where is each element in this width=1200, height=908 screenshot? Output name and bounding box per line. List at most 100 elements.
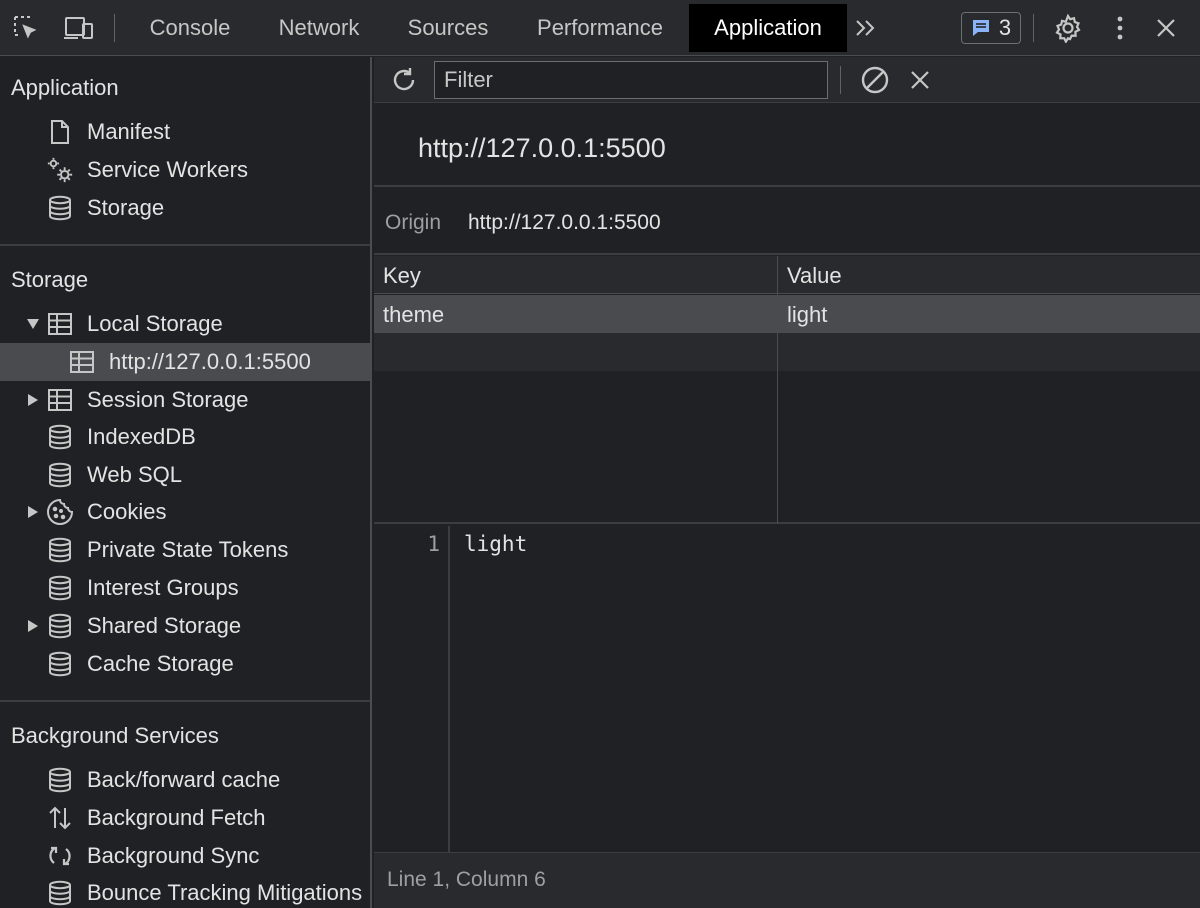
origin-value: http://127.0.0.1:5500 (468, 211, 661, 234)
gears-icon (46, 156, 74, 184)
application-sidebar: Application Manifest Service Workers Sto… (0, 57, 372, 908)
refresh-icon[interactable] (388, 64, 420, 96)
sidebar-item-cookies[interactable]: Cookies (0, 493, 370, 531)
origin-heading: http://127.0.0.1:5500 (418, 133, 666, 163)
sidebar-item-label: Session Storage (87, 387, 249, 412)
sidebar-item-label: Bounce Tracking Mitigations (87, 880, 363, 905)
column-divider[interactable] (777, 256, 778, 524)
sidebar-item-background-fetch[interactable]: Background Fetch (0, 799, 370, 837)
settings-gear-icon[interactable] (1052, 12, 1084, 44)
sidebar-item-label: Local Storage (87, 311, 223, 336)
database-icon (46, 194, 74, 222)
sidebar-item-label: Manifest (87, 119, 171, 144)
sidebar-item-interest-groups[interactable]: Interest Groups (0, 569, 370, 607)
cookie-icon (46, 498, 74, 526)
more-options-kebab-icon[interactable] (1104, 12, 1136, 44)
sidebar-item-label: Shared Storage (87, 613, 242, 638)
row-key-cell[interactable]: theme (383, 302, 444, 328)
database-icon (46, 574, 74, 602)
column-header-key[interactable]: Key (374, 256, 777, 294)
filter-input[interactable] (434, 61, 828, 99)
tab-console[interactable]: Console (132, 4, 248, 52)
issues-count: 3 (998, 15, 1012, 40)
storage-toolbar (374, 57, 1200, 103)
sidebar-item-local-storage-origin[interactable]: http://127.0.0.1:5500 (0, 343, 370, 381)
section-title-background-services: Background Services (11, 723, 219, 748)
value-preview-editor[interactable]: 1 light (374, 526, 1200, 853)
toolbar-divider (840, 66, 841, 94)
device-toolbar-icon[interactable] (63, 12, 95, 44)
close-devtools-icon[interactable] (1150, 12, 1182, 44)
section-title-storage: Storage (11, 267, 89, 292)
tab-performance[interactable]: Performance (520, 4, 680, 52)
sidebar-item-label: Web SQL (87, 462, 182, 487)
sidebar-item-label: Background Fetch (87, 805, 266, 830)
database-icon (46, 650, 74, 678)
sidebar-item-cache-storage[interactable]: Cache Storage (0, 645, 370, 683)
inspect-element-icon[interactable] (10, 12, 42, 44)
devtools-tab-bar: Console Network Sources Performance Appl… (0, 0, 1200, 56)
database-icon (46, 879, 74, 907)
sidebar-item-label: Private State Tokens (87, 537, 289, 562)
sidebar-item-label: Cache Storage (87, 651, 234, 676)
local-storage-panel: http://127.0.0.1:5500 Origin http://127.… (374, 57, 1200, 908)
sidebar-item-label: Service Workers (87, 157, 248, 182)
database-icon (46, 766, 74, 794)
expanded-triangle-icon[interactable] (26, 317, 40, 331)
sidebar-item-background-sync[interactable]: Background Sync (0, 837, 370, 875)
table-row[interactable]: theme light (374, 295, 1200, 333)
issues-message-icon (972, 20, 989, 36)
sidebar-item-local-storage[interactable]: Local Storage (0, 305, 370, 343)
sidebar-item-session-storage[interactable]: Session Storage (0, 381, 370, 419)
sidebar-item-bounce-tracking-mitigations[interactable]: Bounce Tracking Mitigations (0, 874, 370, 908)
tab-network[interactable]: Network (262, 4, 376, 52)
cursor-position: Line 1, Column 6 (387, 868, 546, 891)
sidebar-item-private-state-tokens[interactable]: Private State Tokens (0, 531, 370, 569)
origin-label: Origin (385, 211, 442, 234)
database-icon (46, 461, 74, 489)
document-icon (46, 118, 74, 146)
more-tabs-chevron-icon[interactable] (850, 12, 882, 44)
database-icon (46, 536, 74, 564)
database-icon (46, 612, 74, 640)
sidebar-item-web-sql[interactable]: Web SQL (0, 456, 370, 494)
table-icon (46, 310, 74, 338)
sync-icon (46, 842, 74, 870)
collapsed-triangle-icon[interactable] (26, 619, 40, 633)
toolbar-divider (1033, 14, 1034, 42)
collapsed-triangle-icon[interactable] (26, 505, 40, 519)
sidebar-item-label: http://127.0.0.1:5500 (109, 349, 311, 374)
origin-info-row: Origin http://127.0.0.1:5500 (374, 189, 1200, 255)
sidebar-item-label: Back/forward cache (87, 767, 281, 792)
editor-status-bar: Line 1, Column 6 (374, 852, 1200, 908)
up-down-arrows-icon (46, 804, 74, 832)
sidebar-item-label: Storage (87, 195, 165, 220)
section-divider (0, 244, 370, 246)
column-header-value[interactable]: Value (778, 256, 1200, 294)
tab-sources[interactable]: Sources (392, 4, 504, 52)
sidebar-item-label: Background Sync (87, 843, 260, 868)
sidebar-item-service-workers[interactable]: Service Workers (0, 151, 370, 189)
key-value-table: Key Value theme light (374, 256, 1200, 524)
line-number: 1 (427, 532, 440, 556)
table-row-empty[interactable] (374, 333, 1200, 371)
sidebar-item-indexeddb[interactable]: IndexedDB (0, 418, 370, 456)
table-icon (68, 348, 96, 376)
line-number-gutter: 1 (374, 526, 450, 853)
tab-application[interactable]: Application (689, 4, 847, 52)
sidebar-item-storage[interactable]: Storage (0, 189, 370, 227)
value-preview-text[interactable]: light (464, 532, 527, 556)
sidebar-item-back-forward-cache[interactable]: Back/forward cache (0, 761, 370, 799)
row-value-cell[interactable]: light (787, 302, 827, 328)
issues-badge[interactable]: 3 (961, 12, 1021, 44)
sidebar-item-label: Interest Groups (87, 575, 239, 600)
sidebar-item-label: IndexedDB (87, 424, 196, 449)
sidebar-item-shared-storage[interactable]: Shared Storage (0, 607, 370, 645)
clear-all-icon[interactable] (859, 64, 891, 96)
delete-selected-icon[interactable] (904, 64, 936, 96)
toolbar-divider (114, 14, 115, 42)
sidebar-item-label: Cookies (87, 499, 167, 524)
sidebar-item-manifest[interactable]: Manifest (0, 113, 370, 151)
origin-header: http://127.0.0.1:5500 (374, 103, 1200, 187)
collapsed-triangle-icon[interactable] (26, 393, 40, 407)
